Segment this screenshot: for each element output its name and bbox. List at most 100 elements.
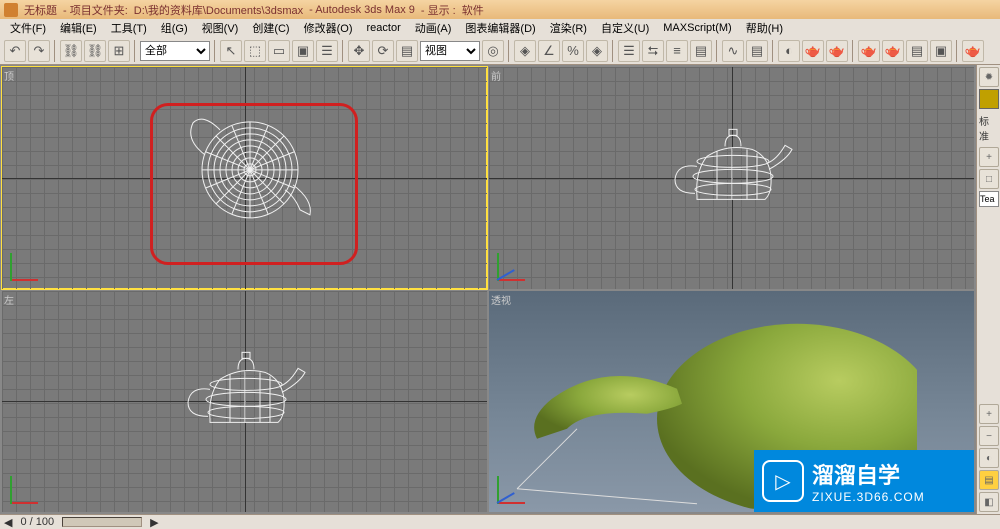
menu-graph[interactable]: 图表编辑器(D)	[459, 19, 541, 37]
app-name: - Autodesk 3ds Max 9	[309, 4, 415, 16]
main-toolbar: ↶ ↷ ⛓ ⛓ ⊞ 全部 ↖ ⬚ ▭ ▣ ☰ ✥ ⟳ ▤ 视图 ◎ ◈ ∠ % …	[0, 37, 1000, 65]
title-bar: 无标题 - 项目文件夹: D:\我的资料库\Documents\3dsmax -…	[0, 0, 1000, 19]
toolbar-separator	[54, 40, 56, 62]
panel-btn-5[interactable]: ◐	[979, 448, 999, 468]
material-editor-button[interactable]: ◐	[778, 40, 800, 62]
toolbar-separator	[342, 40, 344, 62]
color-swatch[interactable]	[979, 89, 999, 109]
align-button[interactable]: ≡	[666, 40, 688, 62]
scroll-right-icon[interactable]: ▶	[150, 516, 158, 529]
panel-btn-2[interactable]: □	[979, 169, 999, 189]
selection-filter-dropdown[interactable]: 全部	[140, 41, 210, 61]
app-logo	[4, 3, 18, 17]
use-pivot-button[interactable]: ◎	[482, 40, 504, 62]
time-slider[interactable]	[62, 517, 142, 527]
viewport-grid: 顶 前	[0, 65, 976, 514]
menu-modifiers[interactable]: 修改器(O)	[298, 19, 359, 37]
viewport-perspective[interactable]: 透视 ▷ 溜溜自学	[489, 291, 974, 513]
panel-btn-1[interactable]: +	[979, 147, 999, 167]
render-last-button[interactable]: 🫖	[882, 40, 904, 62]
play-icon: ▷	[762, 460, 804, 502]
axis-gizmo-icon	[10, 468, 46, 504]
rotate-button[interactable]: ⟳	[372, 40, 394, 62]
select-region-button[interactable]: ⬚	[244, 40, 266, 62]
viewport-front[interactable]: 前	[489, 67, 974, 289]
viewport-label-left: 左	[4, 292, 14, 307]
watermark-text-1: 溜溜自学	[812, 458, 925, 490]
doc-title: 无标题	[24, 2, 57, 18]
create-tab-button[interactable]: ✹	[979, 67, 999, 87]
selection-lock-button[interactable]: ☰	[316, 40, 338, 62]
menu-file[interactable]: 文件(F)	[4, 19, 52, 37]
snap-toggle-button[interactable]: ◈	[514, 40, 536, 62]
curve-editor-button[interactable]: ∿	[722, 40, 744, 62]
ram-player-button[interactable]: ▤	[906, 40, 928, 62]
named-sel-button[interactable]: ☰	[618, 40, 640, 62]
teapot-wireframe-left[interactable]	[170, 345, 320, 448]
unlink-button[interactable]: ⛓	[84, 40, 106, 62]
toolbar-separator	[956, 40, 958, 62]
menu-group[interactable]: 组(G)	[155, 19, 194, 37]
frame-display: 0 / 100	[20, 516, 54, 528]
menu-reactor[interactable]: reactor	[361, 21, 407, 35]
angle-snap-button[interactable]: ∠	[538, 40, 560, 62]
menu-animation[interactable]: 动画(A)	[409, 19, 458, 37]
panel-btn-7[interactable]: ◧	[979, 492, 999, 512]
schematic-view-button[interactable]: ▤	[746, 40, 768, 62]
menu-customize[interactable]: 自定义(U)	[595, 19, 655, 37]
menu-create[interactable]: 创建(C)	[246, 19, 295, 37]
viewport-label-persp: 透视	[491, 292, 511, 307]
display-driver: 软件	[462, 2, 484, 18]
axis-gizmo-icon	[497, 468, 533, 504]
move-button[interactable]: ✥	[348, 40, 370, 62]
panel-btn-3[interactable]: +	[979, 404, 999, 424]
display-label: - 显示 :	[421, 2, 456, 18]
select-object-button[interactable]: ↖	[220, 40, 242, 62]
grab-viewport-button[interactable]: ▣	[930, 40, 952, 62]
scroll-left-icon[interactable]: ◀	[4, 516, 12, 529]
preset-label: 标准	[979, 111, 998, 145]
scale-button[interactable]: ▤	[396, 40, 418, 62]
quick-render-button[interactable]: 🫖	[858, 40, 880, 62]
menu-help[interactable]: 帮助(H)	[740, 19, 789, 37]
menu-maxscript[interactable]: MAXScript(M)	[657, 21, 737, 35]
axis-gizmo-icon	[497, 245, 533, 281]
toolbar-separator	[772, 40, 774, 62]
link-button[interactable]: ⛓	[60, 40, 82, 62]
axis-gizmo-icon	[10, 245, 46, 281]
toolbar-separator	[214, 40, 216, 62]
viewport-top[interactable]: 顶	[2, 67, 487, 289]
mirror-button[interactable]: ⮀	[642, 40, 664, 62]
menu-edit[interactable]: 编辑(E)	[54, 19, 103, 37]
toolbar-separator	[852, 40, 854, 62]
spinner-snap-button[interactable]: ◈	[586, 40, 608, 62]
toolbar-separator	[508, 40, 510, 62]
extra-btn-1[interactable]: 🫖	[962, 40, 984, 62]
bind-spacewarp-button[interactable]: ⊞	[108, 40, 130, 62]
layers-button[interactable]: ▤	[690, 40, 712, 62]
watermark-text-2: ZIXUE.3D66.COM	[812, 490, 925, 504]
toolbar-separator	[716, 40, 718, 62]
teapot-wireframe-front[interactable]	[657, 121, 807, 224]
viewport-label-top: 顶	[4, 68, 14, 83]
render-button[interactable]: 🫖	[826, 40, 848, 62]
menu-views[interactable]: 视图(V)	[196, 19, 245, 37]
select-by-name-button[interactable]: ▣	[292, 40, 314, 62]
redo-button[interactable]: ↷	[28, 40, 50, 62]
window-crossing-button[interactable]: ▭	[268, 40, 290, 62]
toolbar-separator	[134, 40, 136, 62]
menu-bar: 文件(F) 编辑(E) 工具(T) 组(G) 视图(V) 创建(C) 修改器(O…	[0, 19, 1000, 37]
viewport-left[interactable]: 左	[2, 291, 487, 513]
object-name-input[interactable]	[979, 191, 999, 207]
menu-render[interactable]: 渲染(R)	[544, 19, 593, 37]
watermark-overlay: ▷ 溜溜自学 ZIXUE.3D66.COM	[754, 450, 974, 512]
toolbar-separator	[612, 40, 614, 62]
teapot-wireframe-top[interactable]	[165, 105, 325, 238]
panel-btn-6[interactable]: ▤	[979, 470, 999, 490]
render-scene-button[interactable]: 🫖	[802, 40, 824, 62]
panel-btn-4[interactable]: −	[979, 426, 999, 446]
ref-coord-dropdown[interactable]: 视图	[420, 41, 480, 61]
menu-tools[interactable]: 工具(T)	[105, 19, 153, 37]
percent-snap-button[interactable]: %	[562, 40, 584, 62]
undo-button[interactable]: ↶	[4, 40, 26, 62]
